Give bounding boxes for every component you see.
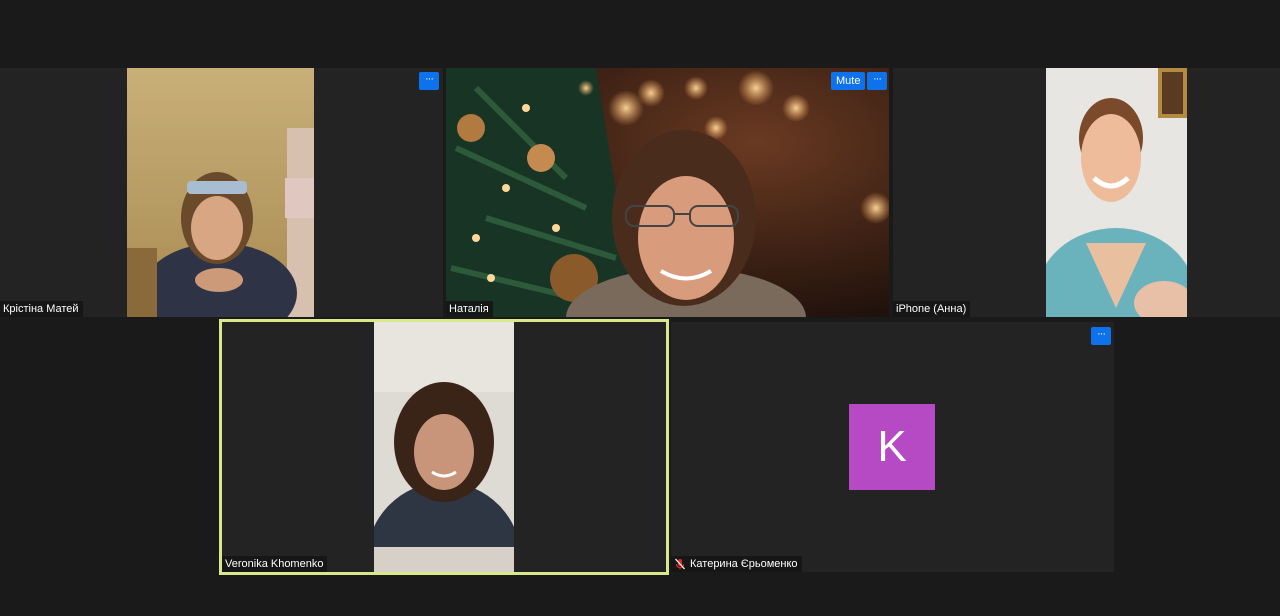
video-tile-kateryna[interactable]: K Катерина Єрьоменко [671, 322, 1114, 572]
participant-video [1046, 68, 1187, 317]
participant-name-label: Наталія [446, 301, 493, 317]
video-tile-anna[interactable]: iPhone (Анна) [893, 68, 1280, 317]
mute-button[interactable]: Mute [831, 72, 866, 90]
gallery-view: Крістіна Матей ··· Наталія Mute ··· iPho… [0, 0, 1280, 616]
mic-off-icon [675, 558, 685, 570]
participant-name-label: Крістіна Матей [0, 301, 83, 317]
participant-name-label: Veronika Khomenko [222, 556, 328, 572]
participant-video [374, 322, 514, 572]
participant-video [446, 68, 889, 317]
video-tile-natalia[interactable]: Наталія [446, 68, 889, 317]
video-frame [127, 68, 314, 317]
participant-name: Катерина Єрьоменко [690, 558, 798, 570]
video-tile-kristina[interactable]: Крістіна Матей [0, 68, 443, 317]
avatar: K [849, 404, 935, 490]
video-tile-veronika[interactable]: Veronika Khomenko [219, 319, 669, 575]
participant-name: iPhone (Анна) [896, 303, 967, 315]
more-options-button[interactable]: ··· [1091, 327, 1111, 345]
more-options-button[interactable]: ··· [419, 72, 439, 90]
participant-name: Крістіна Матей [3, 303, 79, 315]
participant-name-label: Катерина Єрьоменко [671, 556, 802, 572]
more-options-button[interactable]: ··· [867, 72, 887, 90]
participant-name: Наталія [449, 303, 489, 315]
participant-name-label: iPhone (Анна) [893, 301, 971, 317]
video-frame [446, 68, 889, 317]
video-frame [374, 322, 514, 572]
participant-video [127, 68, 314, 317]
video-frame [1046, 68, 1187, 317]
participant-name: Veronika Khomenko [225, 558, 324, 570]
